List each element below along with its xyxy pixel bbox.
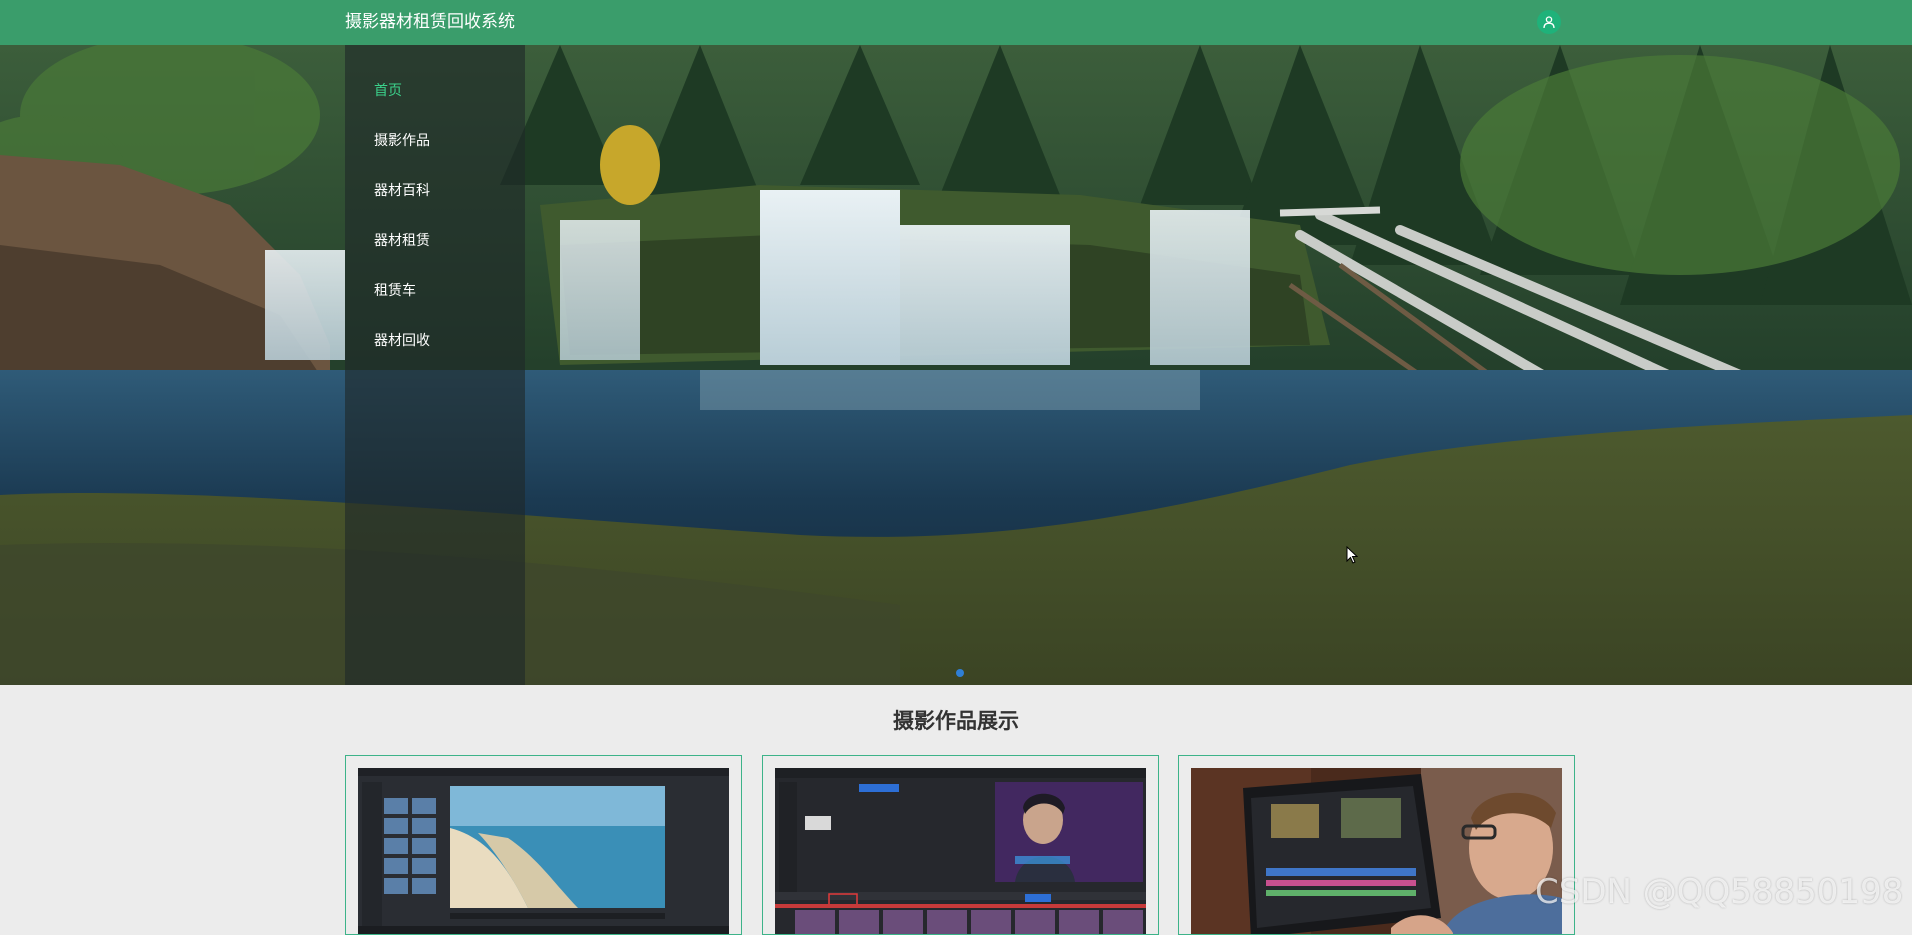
mouse-cursor-icon bbox=[1346, 545, 1359, 568]
works-card[interactable] bbox=[1178, 755, 1575, 935]
side-navigation-menu: 首页 摄影作品 器材百科 器材租赁 租赁车 器材回收 bbox=[345, 45, 525, 685]
works-card-thumbnail bbox=[358, 768, 729, 934]
top-header-bar: 摄影器材租赁回收系统 bbox=[0, 0, 1912, 45]
hero-banner-image bbox=[0, 45, 1912, 685]
user-icon bbox=[1543, 16, 1555, 29]
menu-item-photography-works[interactable]: 摄影作品 bbox=[374, 131, 430, 151]
menu-item-home[interactable]: 首页 bbox=[374, 81, 402, 101]
menu-item-rental-cart[interactable]: 租赁车 bbox=[374, 281, 416, 301]
works-card[interactable] bbox=[345, 755, 742, 935]
menu-item-equipment-recycling[interactable]: 器材回收 bbox=[374, 331, 430, 351]
app-title: 摄影器材租赁回收系统 bbox=[345, 12, 515, 32]
works-card-thumbnail bbox=[775, 768, 1146, 934]
carousel-indicator-dot[interactable] bbox=[956, 669, 964, 677]
user-avatar-button[interactable] bbox=[1537, 10, 1561, 34]
works-card-thumbnail bbox=[1191, 768, 1562, 934]
menu-item-equipment-rental[interactable]: 器材租赁 bbox=[374, 231, 430, 251]
csdn-watermark: CSDN @QQ58850198 bbox=[1535, 872, 1904, 912]
section-title: 摄影作品展示 bbox=[893, 709, 1019, 733]
menu-item-equipment-encyclopedia[interactable]: 器材百科 bbox=[374, 181, 430, 201]
works-card[interactable] bbox=[762, 755, 1159, 935]
